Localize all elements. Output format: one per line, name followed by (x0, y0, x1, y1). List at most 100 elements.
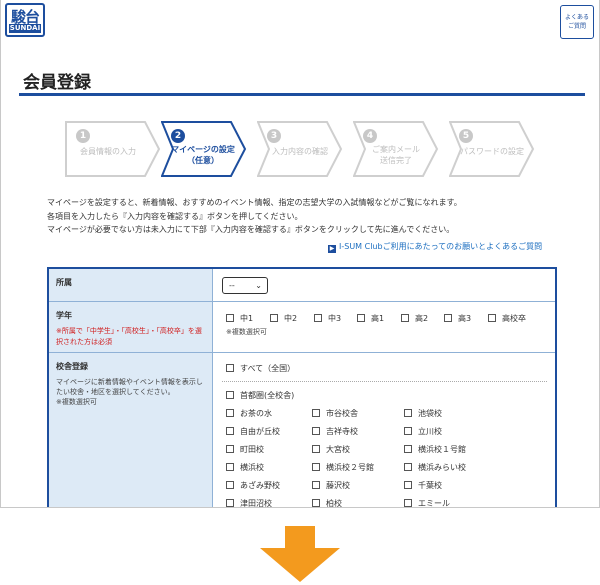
grade-option-5[interactable]: 高2 (401, 313, 428, 324)
campus-option[interactable]: 藤沢校 (312, 480, 350, 491)
form-row-affiliation: 所属 -- ⌄ (49, 269, 555, 302)
campus-option[interactable]: 柏校 (312, 498, 342, 507)
campus-option[interactable]: 市谷校舎 (312, 408, 358, 419)
campus-option[interactable]: 町田校 (226, 444, 264, 455)
help-faq-link[interactable]: ▶ I-SUM Clubご利用にあたってのお願いとよくあるご質問 (328, 241, 542, 253)
campus-option[interactable]: 津田沼校 (226, 498, 272, 507)
step-2: 2 マイページの設定 （任意） (161, 121, 257, 177)
registration-page: 駿台 SUNDAI よくある ご質問 会員登録 1 会員情報の入力 2 マイペー… (0, 0, 600, 508)
arrow-down-icon (260, 526, 340, 582)
grade-option-3[interactable]: 中3 (314, 313, 341, 324)
checkbox[interactable] (226, 481, 234, 489)
checkbox[interactable] (404, 463, 412, 471)
affiliation-label: 所属 (56, 278, 72, 287)
checkbox[interactable] (312, 499, 320, 507)
campus-option[interactable]: あざみ野校 (226, 480, 280, 491)
grade-option-4[interactable]: 高1 (357, 313, 384, 324)
campus-divider (222, 381, 547, 382)
grade-required-note: ※所属で「中学生」・「高校生」・「高校卒」を選択された方は必須 (56, 327, 202, 346)
checkbox[interactable] (444, 314, 452, 322)
faq-label-line1: よくある (564, 14, 589, 21)
form-row-grade: 学年 ※所属で「中学生」・「高校生」・「高校卒」を選択された方は必須 中1 中2… (49, 302, 555, 353)
campus-option[interactable]: エミール (404, 498, 450, 507)
campus-option[interactable]: 自由が丘校 (226, 426, 280, 437)
campus-option-region[interactable]: 首都圏(全校舎) (226, 390, 294, 401)
checkbox[interactable] (314, 314, 322, 322)
checkbox[interactable] (312, 481, 320, 489)
intro-line-2: 各項目を入力したら『入力内容を確認する』ボタンを押してください。 (47, 211, 303, 221)
step-5: 5 パスワードの設定 (449, 121, 545, 177)
checkbox[interactable] (404, 499, 412, 507)
step-4-number: 4 (363, 129, 377, 143)
campus-option[interactable]: 千葉校 (404, 480, 442, 491)
step-4-label: ご案内メール 送信完了 (372, 145, 420, 165)
checkbox[interactable] (401, 314, 409, 322)
campus-option-all[interactable]: すべて（全国） (226, 363, 295, 374)
grade-multi-note: ※複数選択可 (226, 328, 267, 336)
sundai-logo[interactable]: 駿台 SUNDAI (5, 3, 45, 37)
checkbox[interactable] (226, 314, 234, 322)
checkbox[interactable] (270, 314, 278, 322)
campus-note: マイページに新着情報やイベント情報を表示したい校舎・地区を選択してください。 (56, 378, 203, 396)
step-1-label: 会員情報の入力 (80, 147, 136, 156)
step-5-label: パスワードの設定 (460, 147, 524, 156)
arrow-right-icon: ▶ (328, 245, 336, 253)
checkbox[interactable] (357, 314, 365, 322)
step-1: 1 会員情報の入力 (65, 121, 161, 177)
checkbox[interactable] (226, 445, 234, 453)
campus-option[interactable]: 吉祥寺校 (312, 426, 358, 437)
help-link-text: I-SUM Clubご利用にあたってのお願いとよくあるご質問 (339, 242, 543, 251)
step-3-number: 3 (267, 129, 281, 143)
checkbox[interactable] (404, 427, 412, 435)
step-2-number: 2 (171, 129, 185, 143)
grade-option-6[interactable]: 高3 (444, 313, 471, 324)
grade-option-2[interactable]: 中2 (270, 313, 297, 324)
checkbox[interactable] (226, 499, 234, 507)
campus-header: 校舎登録 マイページに新着情報やイベント情報を表示したい校舎・地区を選択してくだ… (49, 353, 213, 507)
checkbox[interactable] (312, 445, 320, 453)
campus-option[interactable]: 横浜校２号館 (312, 462, 374, 473)
faq-button[interactable]: よくある ご質問 (560, 5, 594, 39)
step-4: 4 ご案内メール 送信完了 (353, 121, 449, 177)
campus-label: 校舎登録 (56, 362, 88, 371)
campus-option[interactable]: 横浜みらい校 (404, 462, 466, 473)
checkbox[interactable] (404, 409, 412, 417)
campus-option[interactable]: 大宮校 (312, 444, 350, 455)
affiliation-select[interactable]: -- ⌄ (222, 277, 268, 294)
campus-option[interactable]: 横浜校１号館 (404, 444, 466, 455)
affiliation-header: 所属 (49, 269, 213, 301)
step-1-number: 1 (76, 129, 90, 143)
faq-label-line2: ご質問 (567, 23, 586, 30)
grade-field: 中1 中2 中3 高1 高2 高3 高校卒 ※複数選択可 (214, 302, 555, 352)
step-indicator: 1 会員情報の入力 2 マイページの設定 （任意） 3 入力内容の確認 4 ご案内… (65, 121, 545, 177)
affiliation-select-value: -- (229, 281, 235, 290)
checkbox[interactable] (226, 391, 234, 399)
grade-option-1[interactable]: 中1 (226, 313, 253, 324)
checkbox[interactable] (404, 481, 412, 489)
grade-option-7[interactable]: 高校卒 (488, 313, 526, 324)
title-divider (19, 93, 585, 96)
checkbox[interactable] (226, 463, 234, 471)
campus-option[interactable]: お茶の水 (226, 408, 272, 419)
intro-line-1: マイページを設定すると、新着情報、おすすめのイベント情報、指定の志望大学の入試情… (47, 198, 462, 207)
campus-option[interactable]: 池袋校 (404, 408, 442, 419)
checkbox[interactable] (226, 364, 234, 372)
checkbox[interactable] (226, 427, 234, 435)
step-2-label: マイページの設定 （任意） (171, 145, 235, 165)
mypage-settings-form: 所属 -- ⌄ 学年 ※所属で「中学生」・「高校生」・「高校卒」を選択された方は… (47, 267, 557, 507)
affiliation-field: -- ⌄ (214, 269, 555, 301)
intro-line-3: マイページが必要でない方は未入力にて下部『入力内容を確認する』ボタンをクリックし… (47, 225, 455, 234)
checkbox[interactable] (226, 409, 234, 417)
checkbox[interactable] (312, 409, 320, 417)
campus-multi-note: ※複数選択可 (56, 398, 97, 406)
checkbox[interactable] (488, 314, 496, 322)
grade-header: 学年 ※所属で「中学生」・「高校生」・「高校卒」を選択された方は必須 (49, 302, 213, 352)
campus-field: すべて（全国） 首都圏(全校舎) お茶の水 市谷校舎 池袋校 自由が丘校 吉祥寺… (214, 353, 555, 507)
checkbox[interactable] (404, 445, 412, 453)
step-5-number: 5 (459, 129, 473, 143)
campus-option[interactable]: 横浜校 (226, 462, 264, 473)
campus-option[interactable]: 立川校 (404, 426, 442, 437)
checkbox[interactable] (312, 427, 320, 435)
step-3-label: 入力内容の確認 (272, 147, 328, 156)
checkbox[interactable] (312, 463, 320, 471)
